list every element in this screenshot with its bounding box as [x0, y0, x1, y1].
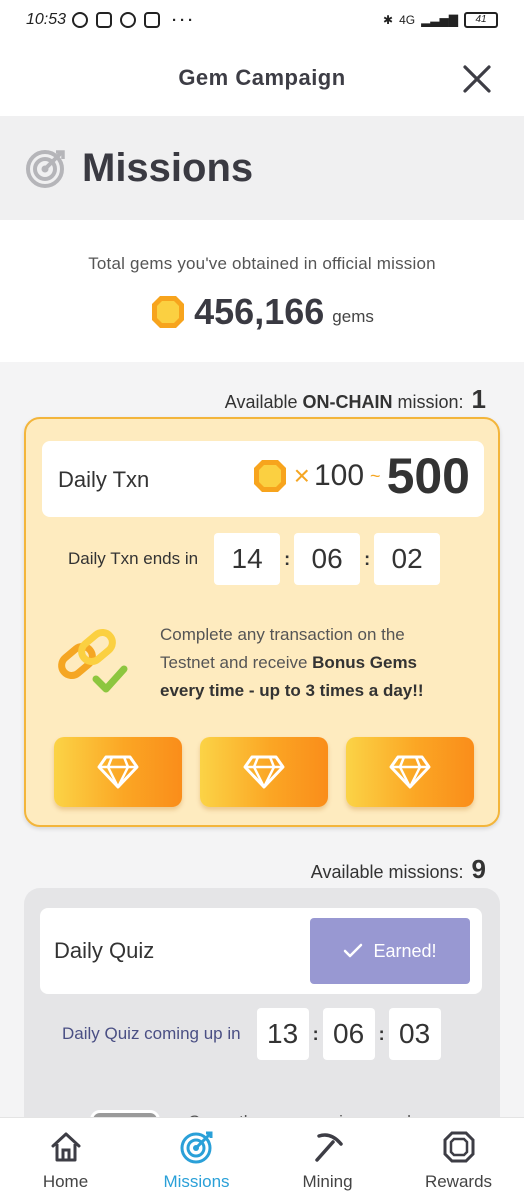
- timer-minutes: 06: [294, 533, 361, 585]
- nav-missions[interactable]: Missions: [131, 1118, 262, 1200]
- earned-label: Earned!: [373, 940, 437, 961]
- diamond-icon: [97, 755, 139, 789]
- close-icon[interactable]: [460, 62, 494, 96]
- bluetooth-icon: ✱: [383, 13, 394, 27]
- battery-icon: 41: [464, 12, 498, 28]
- onchain-mission-count: 1: [471, 384, 486, 414]
- page-title: Gem Campaign: [178, 65, 346, 90]
- chain-link-check-icon: [58, 629, 128, 693]
- alarm-icon: [72, 12, 89, 28]
- daily-quiz-header: Daily Quiz Earned!: [40, 908, 482, 994]
- timer-hours: 14: [214, 533, 281, 585]
- reward-min: 100: [313, 459, 365, 492]
- daily-txn-header: Daily Txn × 100 ~ 500: [42, 441, 484, 517]
- bottom-navigation: Home Missions Mining Rewards: [0, 1117, 524, 1200]
- timer-seconds: 02: [374, 533, 441, 585]
- signal-icon: ▂▃▅▇: [421, 13, 458, 27]
- missions-title: Missions: [82, 145, 254, 190]
- target-icon: [26, 150, 65, 188]
- total-gems-unit: gems: [332, 307, 374, 326]
- available-missions-label: Available missions: 9: [310, 854, 486, 884]
- timer-seconds: 03: [388, 1008, 441, 1060]
- nav-mining[interactable]: Mining: [262, 1118, 393, 1200]
- home-icon: [51, 1132, 80, 1162]
- total-gems-panel: Total gems you've obtained in official m…: [0, 220, 524, 362]
- game-controller-icon: [96, 12, 113, 28]
- app-header: Gem Campaign: [0, 40, 524, 116]
- timer-minutes: 06: [322, 1008, 375, 1060]
- nav-rewards-label: Rewards: [424, 1172, 493, 1191]
- daily-txn-description: Complete any transaction on the Testnet …: [160, 625, 424, 700]
- onchain-mission-label: Available ON-CHAIN mission: 1: [224, 384, 486, 414]
- daily-quiz-name: Daily Quiz: [54, 938, 155, 963]
- nav-home[interactable]: Home: [0, 1118, 131, 1200]
- facebook-icon: [120, 12, 137, 28]
- gem-icon: [443, 1131, 474, 1163]
- claim-gem-button-1[interactable]: [54, 737, 182, 807]
- timer-hours: 13: [256, 1008, 309, 1060]
- status-bar: 10:53 ··· ✱ 4G ▂▃▅▇ 41: [0, 0, 524, 40]
- upload-icon: [144, 12, 161, 28]
- missions-heading: Missions: [0, 116, 524, 220]
- daily-txn-name: Daily Txn: [58, 467, 150, 492]
- nav-home-label: Home: [42, 1172, 89, 1191]
- available-missions-count: 9: [471, 854, 486, 884]
- status-time: 10:53: [26, 11, 67, 28]
- nav-rewards[interactable]: Rewards: [393, 1118, 524, 1200]
- daily-quiz-timer-label: Daily Quiz coming up in: [62, 1024, 241, 1043]
- total-gems-caption: Total gems you've obtained in official m…: [88, 254, 436, 273]
- network-type: 4G: [399, 13, 416, 27]
- daily-txn-timer-label: Daily Txn ends in: [68, 549, 199, 568]
- daily-txn-card: Daily Txn × 100 ~ 500 Daily Txn ends in …: [24, 417, 500, 827]
- daily-txn-reward: × 100 ~ 500: [252, 451, 470, 501]
- claim-gem-button-2[interactable]: [200, 737, 328, 807]
- gem-claim-buttons: [54, 737, 474, 807]
- diamond-icon: [243, 755, 285, 789]
- daily-quiz-timer: Daily Quiz coming up in 13 : 06 : 03: [62, 1008, 441, 1060]
- nav-missions-label: Missions: [163, 1172, 230, 1191]
- gem-icon: [152, 296, 185, 328]
- gem-icon: [253, 460, 286, 492]
- check-icon: [344, 943, 363, 958]
- claim-gem-button-3[interactable]: [346, 737, 474, 807]
- diamond-icon: [389, 755, 431, 789]
- reward-max: 500: [386, 448, 470, 504]
- earned-button[interactable]: Earned!: [310, 918, 470, 984]
- total-gems-value: 456,166: [194, 291, 325, 332]
- daily-txn-timer: Daily Txn ends in 14 : 06 : 02: [68, 533, 441, 585]
- target-icon: [180, 1131, 212, 1164]
- pickaxe-icon: [314, 1133, 343, 1162]
- more-notifications-icon: ···: [172, 11, 197, 29]
- nav-mining-label: Mining: [302, 1172, 353, 1191]
